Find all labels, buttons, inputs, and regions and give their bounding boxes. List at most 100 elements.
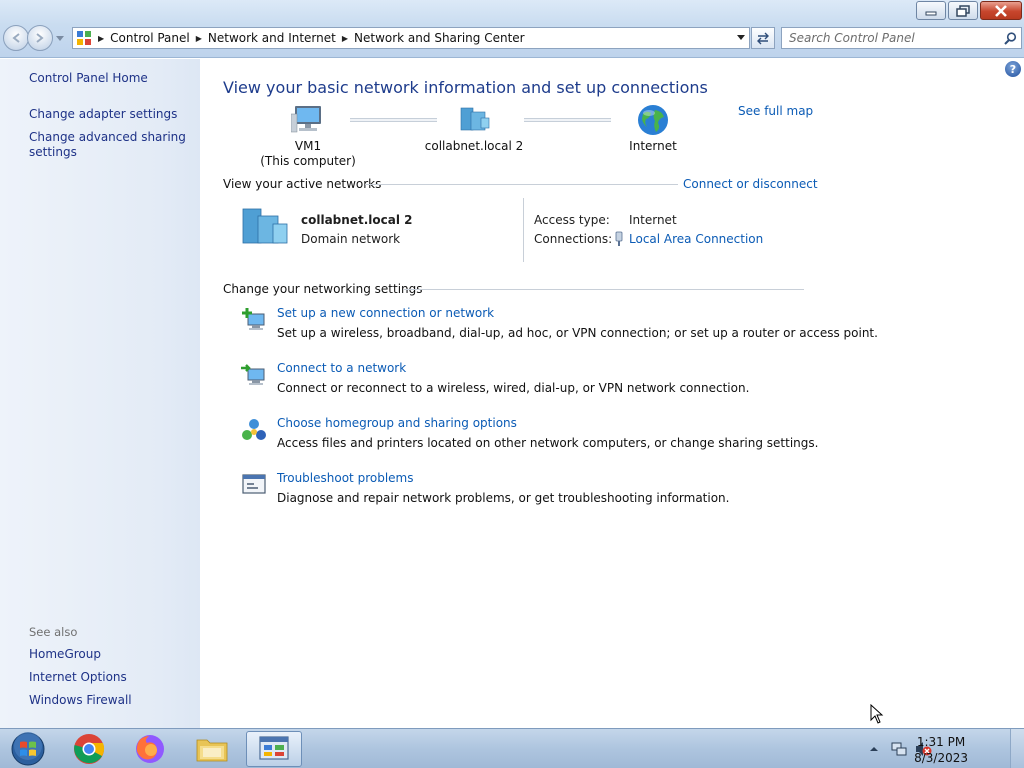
- search-icon: [1003, 31, 1016, 45]
- forward-button[interactable]: [27, 25, 53, 51]
- domain-network-icon: [460, 107, 490, 131]
- homegroup-icon: [242, 419, 266, 440]
- address-bar[interactable]: ▶ Control Panel ▶ Network and Internet ▶…: [72, 27, 750, 49]
- connect-to-network-link[interactable]: Connect to a network: [277, 361, 406, 375]
- section-divider: [365, 184, 678, 185]
- taskbar-file-explorer[interactable]: [184, 731, 240, 767]
- connect-to-network-description: Connect or reconnect to a wireless, wire…: [277, 381, 750, 395]
- breadcrumb-control-panel[interactable]: Control Panel: [106, 31, 194, 45]
- map-connector-line: [524, 118, 611, 122]
- homegroup-sharing-options-description: Access files and printers located on oth…: [277, 436, 819, 450]
- map-node-network[interactable]: collabnet.local 2: [424, 104, 524, 154]
- map-node-computer[interactable]: VM1 (This computer): [258, 104, 358, 169]
- search-input[interactable]: [782, 28, 999, 48]
- main-content: ? View your basic network information an…: [200, 59, 1024, 728]
- setup-new-connection-description: Set up a wireless, broadband, dial-up, a…: [277, 326, 878, 340]
- taskbar: 1:31 PM 8/3/2023: [0, 728, 1024, 768]
- refresh-icon: [757, 32, 769, 45]
- local-area-connection-link[interactable]: Local Area Connection: [629, 232, 763, 246]
- control-panel-window-icon: [259, 736, 289, 760]
- networking-settings-heading: Change your networking settings: [223, 282, 423, 296]
- network-tray-icon[interactable]: [890, 740, 908, 758]
- breadcrumb-network-and-internet[interactable]: Network and Internet: [204, 31, 340, 45]
- homegroup-sharing-options-link[interactable]: Choose homegroup and sharing options: [277, 416, 517, 430]
- windows-start-icon: [11, 732, 45, 766]
- address-history-dropdown[interactable]: [731, 28, 749, 48]
- troubleshoot-icon: [242, 474, 266, 494]
- setup-new-connection-link[interactable]: Set up a new connection or network: [277, 306, 494, 320]
- clock-time: 1:31 PM: [916, 735, 966, 749]
- search-box: [781, 27, 1022, 49]
- active-network-type: Domain network: [301, 232, 401, 246]
- chevron-down-icon: [56, 36, 64, 41]
- domain-network-icon: [242, 208, 288, 244]
- internet-options-link[interactable]: Internet Options: [29, 670, 194, 685]
- internet-label: Internet: [629, 139, 677, 153]
- vertical-divider: [523, 198, 524, 262]
- connections-label: Connections:: [534, 232, 613, 246]
- show-desktop-button[interactable]: [1010, 729, 1024, 768]
- computer-subtitle: (This computer): [260, 154, 356, 168]
- show-hidden-icons-button[interactable]: [869, 744, 879, 754]
- troubleshoot-problems-description: Diagnose and repair network problems, or…: [277, 491, 730, 505]
- navigation-buttons: [3, 25, 64, 51]
- minimize-icon: [925, 11, 937, 15]
- breadcrumb-separator-icon[interactable]: ▶: [194, 34, 204, 43]
- chrome-browser-icon: [74, 734, 105, 764]
- change-advanced-sharing-settings-link[interactable]: Change advanced sharing settings: [29, 130, 194, 160]
- minimize-button[interactable]: [916, 1, 946, 20]
- restore-icon: [956, 4, 970, 17]
- control-panel-icon: [77, 31, 91, 45]
- new-connection-icon: [242, 308, 265, 330]
- computer-icon: [291, 106, 321, 133]
- system-clock[interactable]: 1:31 PM 8/3/2023: [914, 734, 968, 766]
- back-button[interactable]: [3, 25, 29, 51]
- page-title: View your basic network information and …: [223, 78, 708, 97]
- breadcrumb-network-and-sharing-center[interactable]: Network and Sharing Center: [350, 31, 529, 45]
- firefox-browser-icon: [136, 735, 164, 763]
- recent-pages-dropdown[interactable]: [56, 31, 64, 45]
- access-type-value: Internet: [629, 213, 677, 227]
- control-panel-home-link[interactable]: Control Panel Home: [29, 71, 194, 86]
- troubleshoot-problems-link[interactable]: Troubleshoot problems: [277, 471, 413, 485]
- see-full-map-link[interactable]: See full map: [738, 104, 813, 118]
- refresh-button[interactable]: [751, 27, 775, 49]
- map-node-internet[interactable]: Internet: [603, 104, 703, 154]
- breadcrumb: ▶ Control Panel ▶ Network and Internet ▶…: [92, 31, 731, 45]
- ethernet-icon: [615, 231, 623, 246]
- access-type-label: Access type:: [534, 213, 610, 227]
- taskbar-chrome[interactable]: [61, 731, 117, 767]
- breadcrumb-separator-icon[interactable]: ▶: [340, 34, 350, 43]
- mouse-cursor-icon: [870, 704, 884, 724]
- active-network-name: collabnet.local 2: [301, 213, 413, 227]
- homegroup-link[interactable]: HomeGroup: [29, 647, 194, 662]
- start-button[interactable]: [0, 731, 56, 767]
- globe-icon: [638, 105, 668, 135]
- computer-name: VM1: [294, 139, 322, 153]
- chevron-down-icon: [736, 35, 745, 40]
- connect-or-disconnect-link[interactable]: Connect or disconnect: [683, 177, 818, 191]
- restore-button[interactable]: [948, 1, 978, 20]
- section-divider: [404, 289, 804, 290]
- network-name: collabnet.local 2: [424, 139, 524, 153]
- taskbar-firefox[interactable]: [122, 731, 178, 767]
- help-button[interactable]: ?: [1005, 61, 1021, 77]
- see-also-heading: See also: [29, 625, 78, 639]
- active-networks-heading: View your active networks: [223, 177, 382, 191]
- close-icon: [995, 4, 1007, 17]
- window-controls: [916, 1, 1022, 20]
- change-adapter-settings-link[interactable]: Change adapter settings: [29, 107, 194, 122]
- close-button[interactable]: [980, 1, 1022, 20]
- back-arrow-icon: [12, 33, 20, 43]
- connect-network-icon: [241, 364, 265, 385]
- taskbar-control-panel[interactable]: [246, 731, 302, 767]
- breadcrumb-separator-icon[interactable]: ▶: [96, 34, 106, 43]
- windows-firewall-link[interactable]: Windows Firewall: [29, 693, 194, 708]
- window-chrome: ▶ Control Panel ▶ Network and Internet ▶…: [0, 0, 1024, 58]
- search-button[interactable]: [999, 31, 1021, 45]
- left-navigation-pane: Control Panel Home Change adapter settin…: [0, 59, 200, 728]
- clock-date: 8/3/2023: [914, 751, 968, 765]
- folder-icon: [196, 739, 228, 762]
- forward-arrow-icon: [36, 33, 44, 43]
- help-icon: ?: [1009, 62, 1017, 76]
